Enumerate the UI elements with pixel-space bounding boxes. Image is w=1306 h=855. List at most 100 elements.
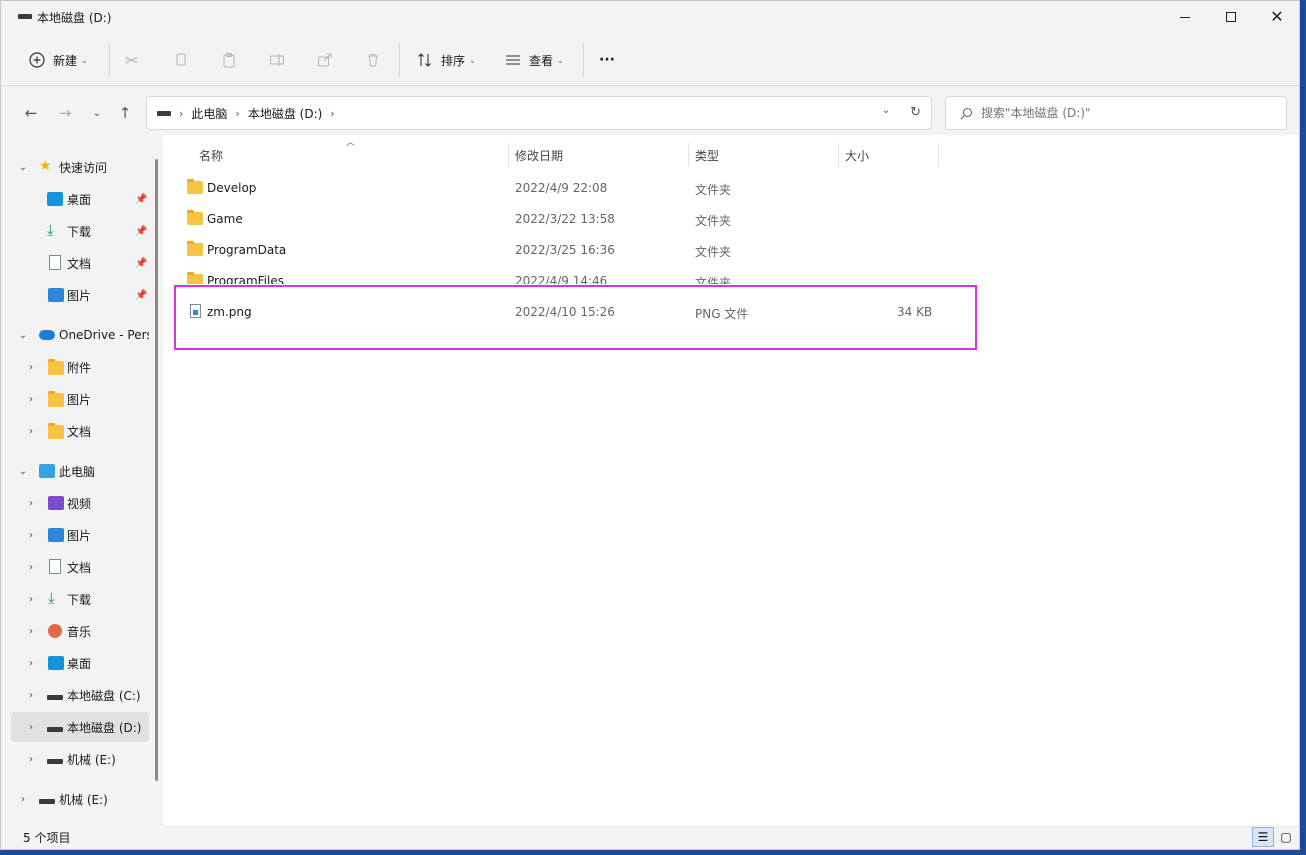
- command-bar: 新建 ⌄ ✂ 排序 ⌄ 查看 ⌄ ···: [1, 37, 1299, 83]
- pin-icon[interactable]: 📌: [135, 226, 147, 237]
- sidebar-item-desktop[interactable]: 桌面 📌: [11, 184, 149, 214]
- arrow-up-icon: ↑: [118, 104, 132, 122]
- sidebar-item-onedrive[interactable]: ⌄ OneDrive - Pers: [11, 320, 149, 350]
- column-header-type[interactable]: 类型: [695, 141, 719, 169]
- column-header-size[interactable]: 大小: [845, 141, 869, 169]
- sidebar-item-downloads[interactable]: ⤓ 下载 📌: [11, 216, 149, 246]
- details-view-button[interactable]: ☰: [1252, 827, 1274, 847]
- column-header-date[interactable]: 修改日期: [515, 141, 563, 169]
- view-list-icon: [506, 55, 520, 65]
- recent-locations-button[interactable]: ⌄: [85, 101, 109, 125]
- picture-icon: [48, 288, 64, 302]
- sidebar-scrollbar[interactable]: [155, 159, 158, 781]
- video-icon: [48, 496, 64, 510]
- drive-c-icon: [47, 695, 63, 700]
- chevron-right-icon: ›: [29, 721, 33, 733]
- sidebar-item-label: 附件: [67, 360, 92, 375]
- search-input[interactable]: [981, 106, 1261, 120]
- cut-button[interactable]: ✂: [125, 45, 138, 75]
- sidebar-item-drive-e[interactable]: › 机械 (E:): [11, 744, 149, 774]
- file-date: 2022/4/9 22:08: [515, 181, 608, 195]
- music-icon: [48, 624, 62, 638]
- delete-button[interactable]: [365, 45, 381, 75]
- refresh-icon[interactable]: ↻: [910, 105, 921, 120]
- sidebar-item-pc-desktop[interactable]: › 桌面: [11, 648, 149, 678]
- rename-icon: [270, 54, 284, 66]
- sidebar-item-drive-c[interactable]: › 本地磁盘 (C:): [11, 680, 149, 710]
- large-icons-view-button[interactable]: ▢: [1275, 827, 1297, 847]
- new-label: 新建: [53, 53, 78, 68]
- toolbar-divider-line: [1, 85, 1299, 86]
- sidebar-item-label: 图片: [67, 392, 92, 407]
- sidebar-item-attachments[interactable]: › 附件: [11, 352, 149, 382]
- back-button[interactable]: ←: [19, 101, 43, 125]
- address-history-dropdown[interactable]: ⌄: [882, 105, 890, 120]
- sidebar-item-pc-downloads[interactable]: › ⤓ 下载: [11, 584, 149, 614]
- drive-icon: [47, 727, 63, 732]
- close-button[interactable]: ✕: [1254, 1, 1299, 33]
- paste-button[interactable]: [221, 45, 237, 75]
- file-row[interactable]: ProgramData 2022/3/25 16:36 文件夹: [179, 235, 939, 265]
- column-header-name[interactable]: 名称: [199, 141, 223, 169]
- view-label: 查看: [529, 53, 554, 68]
- forward-button[interactable]: →: [53, 101, 77, 125]
- sidebar-item-onedrive-pictures[interactable]: › 图片: [11, 384, 149, 414]
- search-box[interactable]: [945, 96, 1287, 130]
- sidebar-item-onedrive-documents[interactable]: › 文档: [11, 416, 149, 446]
- sidebar-item-this-pc[interactable]: ⌄ 此电脑: [11, 456, 149, 486]
- sidebar-item-drive-d[interactable]: › 本地磁盘 (D:): [11, 712, 149, 742]
- details-view-icon: ☰: [1257, 830, 1269, 844]
- folder-icon: [187, 179, 203, 194]
- column-divider[interactable]: [938, 143, 939, 167]
- rename-button[interactable]: [269, 45, 285, 75]
- highlight-box: [174, 285, 977, 350]
- file-date: 2022/4/9 14:46: [515, 274, 608, 284]
- share-button[interactable]: [317, 45, 333, 75]
- sidebar-item-drive-e-root[interactable]: › 机械 (E:): [11, 784, 149, 814]
- sidebar-item-pictures[interactable]: 图片 📌: [11, 280, 149, 310]
- pin-icon[interactable]: 📌: [135, 258, 147, 269]
- up-button[interactable]: ↑: [113, 101, 137, 125]
- maximize-button[interactable]: [1208, 1, 1254, 33]
- folder-icon: [187, 210, 203, 225]
- more-options-button[interactable]: ···: [599, 45, 615, 75]
- chevron-right-icon: ›: [29, 425, 33, 437]
- desktop-icon: [48, 656, 64, 670]
- sidebar-item-documents[interactable]: 文档 📌: [11, 248, 149, 278]
- picture-icon: [48, 528, 64, 542]
- sidebar-item-music[interactable]: › 音乐: [11, 616, 149, 646]
- column-divider[interactable]: [838, 143, 839, 167]
- sort-ascending-icon: ︿: [346, 138, 356, 148]
- file-row[interactable]: Develop 2022/4/9 22:08 文件夹: [179, 173, 939, 203]
- column-divider[interactable]: [688, 143, 689, 167]
- breadcrumb-this-pc[interactable]: 此电脑: [191, 105, 227, 122]
- sidebar-item-label: 快速访问: [59, 160, 108, 175]
- view-button[interactable]: 查看 ⌄: [505, 45, 564, 75]
- new-button[interactable]: 新建 ⌄: [29, 45, 88, 75]
- share-icon: [318, 53, 332, 67]
- address-bar[interactable]: › 此电脑 › 本地磁盘 (D:) › ⌄ ↻: [146, 96, 932, 130]
- chevron-down-icon: ⌄: [18, 161, 28, 173]
- pin-icon[interactable]: 📌: [135, 194, 147, 205]
- toolbar-divider: [399, 43, 400, 77]
- sidebar-item-pc-pictures[interactable]: › 图片: [11, 520, 149, 550]
- navigation-pane: ⌄ ★ 快速访问 桌面 📌 ⤓ 下载 📌 文档 📌 图片 📌 ⌄ OneDriv…: [1, 141, 161, 823]
- sort-button[interactable]: 排序 ⌄: [417, 45, 476, 75]
- pin-icon[interactable]: 📌: [135, 290, 147, 301]
- sidebar-item-quick-access[interactable]: ⌄ ★ 快速访问: [11, 152, 149, 182]
- sidebar-item-videos[interactable]: › 视频: [11, 488, 149, 518]
- chevron-right-icon: ›: [29, 561, 33, 573]
- trash-icon: [368, 54, 378, 67]
- copy-button[interactable]: [173, 45, 189, 75]
- chevron-right-icon: ›: [29, 753, 33, 765]
- file-row[interactable]: Game 2022/3/22 13:58 文件夹: [179, 204, 939, 234]
- document-icon: [49, 559, 61, 574]
- breadcrumb-drive-d[interactable]: 本地磁盘 (D:): [248, 105, 322, 122]
- file-list-pane: ︿ 名称 修改日期 类型 大小 Develop 2022/4/9 22:08 文…: [163, 135, 1299, 825]
- column-divider[interactable]: [508, 143, 509, 167]
- chevron-right-icon: ›: [29, 625, 33, 637]
- sidebar-item-pc-documents[interactable]: › 文档: [11, 552, 149, 582]
- arrow-right-icon: →: [58, 104, 72, 122]
- file-row[interactable]: ProgramFiles 2022/4/9 14:46 文件夹: [179, 266, 939, 284]
- minimize-button[interactable]: [1162, 1, 1208, 33]
